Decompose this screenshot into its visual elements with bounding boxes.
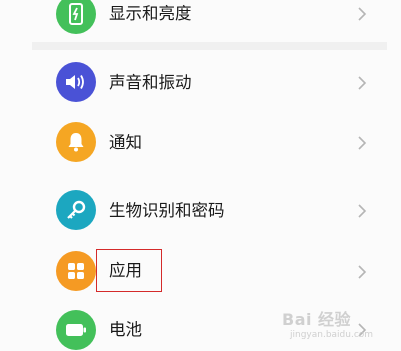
settings-item-label: 显示和亮度 <box>109 4 192 23</box>
settings-item-label: 生物识别和密码 <box>109 201 225 220</box>
settings-item-biometrics[interactable]: 生物识别和密码 <box>0 186 401 236</box>
chevron-right-icon <box>358 76 367 90</box>
key-icon <box>56 190 96 230</box>
chevron-right-icon <box>358 265 367 279</box>
apps-grid-icon <box>56 251 96 291</box>
chevron-right-icon <box>358 136 367 150</box>
settings-item-label: 电池 <box>109 320 142 339</box>
section-divider <box>32 42 387 50</box>
bell-icon <box>56 122 96 162</box>
battery-icon <box>56 310 96 350</box>
settings-item-sound[interactable]: 声音和振动 <box>0 58 401 108</box>
settings-item-display[interactable]: 显示和亮度 <box>0 0 401 40</box>
settings-item-notifications[interactable]: 通知 <box>0 118 401 168</box>
chevron-right-icon <box>358 7 367 21</box>
settings-item-label: 通知 <box>109 133 142 152</box>
watermark-url: jingyan.baidu.com <box>290 330 374 340</box>
speaker-icon <box>56 62 96 102</box>
settings-item-label: 声音和振动 <box>109 73 192 92</box>
display-brightness-icon <box>56 0 96 34</box>
chevron-right-icon <box>358 204 367 218</box>
settings-item-apps[interactable]: 应用 <box>0 249 401 297</box>
highlight-box <box>96 249 162 292</box>
settings-screen: 显示和亮度 声音和振动 通知 生物识别和密码 应用 电池 Bai 经验 jing… <box>0 0 401 351</box>
watermark: Bai 经验 <box>282 310 352 329</box>
